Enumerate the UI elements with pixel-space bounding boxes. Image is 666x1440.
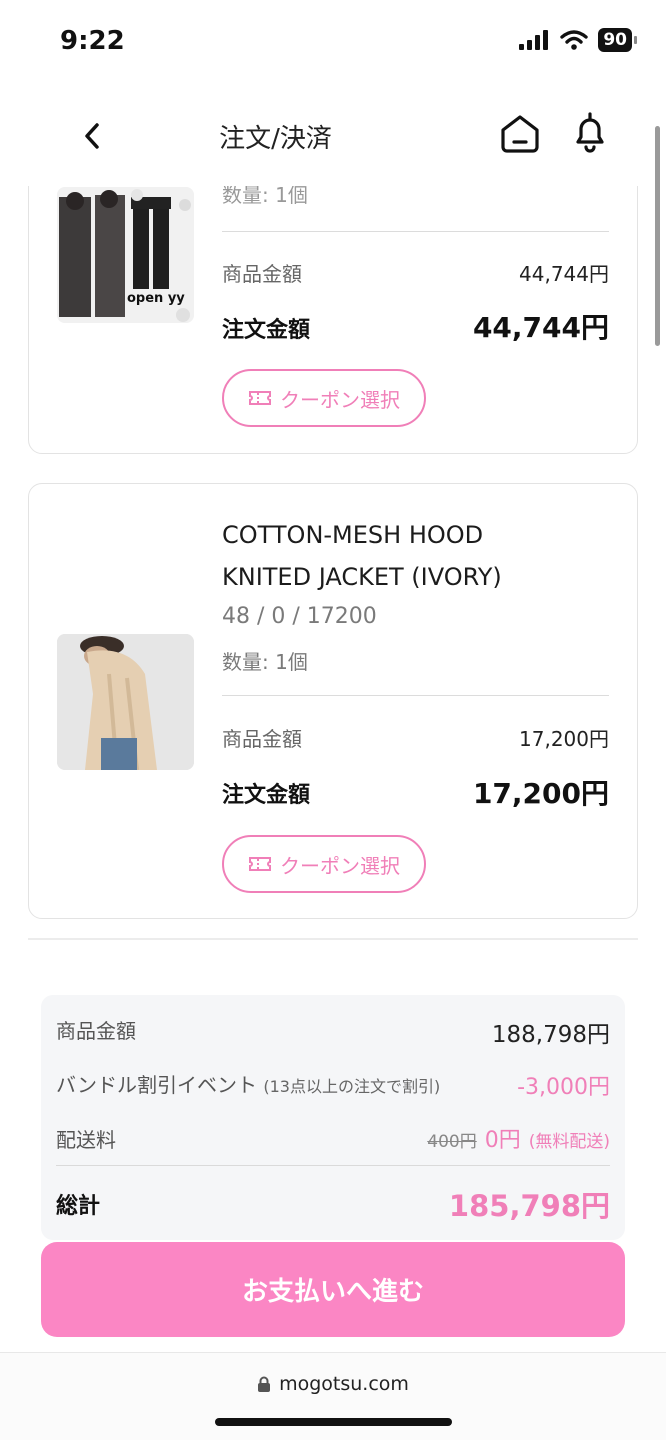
coupon-select-button[interactable]: クーポン選択 <box>222 835 426 893</box>
address-bar[interactable]: mogotsu.com <box>0 1373 666 1395</box>
coupon-button-label: クーポン選択 <box>280 387 400 412</box>
divider <box>222 231 609 232</box>
bell-icon <box>576 112 604 153</box>
battery-indicator: 90 <box>598 28 637 52</box>
signal-icon <box>519 30 549 50</box>
proceed-to-payment-button[interactable]: お支払いへ進む <box>41 1242 625 1337</box>
status-time: 9:22 <box>60 26 125 56</box>
price-value: 17,200円 <box>519 727 609 751</box>
order-total-value: 17,200円 <box>472 777 609 810</box>
order-item-card: COTTON-MESH HOOD KNITED JACKET (IVORY) 4… <box>28 483 638 919</box>
ticket-icon <box>249 857 271 871</box>
bundle-discount-label: バンドル割引イベント (13点以上の注文で割引) <box>56 1069 440 1098</box>
grand-total-value: 185,798円 <box>448 1189 610 1223</box>
grand-total-label: 総計 <box>56 1194 101 1219</box>
app-header: 注文/決済 <box>0 90 666 186</box>
section-divider <box>28 938 638 940</box>
home-icon <box>501 115 539 153</box>
product-option: 48 / 0 / 17200 <box>222 604 377 629</box>
browser-bar: mogotsu.com <box>0 1352 666 1440</box>
order-total-label: 注文金額 <box>222 783 311 808</box>
order-item-card: open yy 数量: 1個 商品金額 44,744円 注文金額 44,744円… <box>28 150 638 454</box>
thumbnail-caption: open yy <box>127 291 185 306</box>
divider <box>222 695 609 696</box>
home-button[interactable] <box>498 112 542 156</box>
price-value: 44,744円 <box>519 262 609 286</box>
product-name-line: COTTON-MESH HOOD <box>222 521 484 549</box>
order-summary: 商品金額 188,798円 バンドル割引イベント (13点以上の注文で割引) -… <box>41 995 625 1240</box>
shipping-value-group: 400円 0円 (無料配送) <box>427 1122 610 1154</box>
summary-divider <box>56 1165 610 1166</box>
shipping-original-price: 400円 <box>427 1132 477 1152</box>
status-icons: 90 <box>518 28 637 52</box>
notification-button[interactable] <box>568 110 612 154</box>
price-label: 商品金額 <box>222 262 302 286</box>
price-label: 商品金額 <box>222 727 302 751</box>
scrollbar[interactable] <box>655 126 660 346</box>
product-name-line: KNITED JACKET (IVORY) <box>222 563 502 591</box>
wifi-icon <box>560 30 589 50</box>
home-indicator[interactable] <box>215 1418 452 1426</box>
shipping-value: 0円 <box>484 1128 521 1153</box>
subtotal-label: 商品金額 <box>56 1019 136 1043</box>
status-bar: 9:22 90 <box>0 0 666 90</box>
coupon-button-label: クーポン選択 <box>280 853 400 878</box>
shipping-label: 配送料 <box>56 1128 116 1152</box>
ticket-icon <box>249 391 271 405</box>
order-total-value: 44,744円 <box>472 311 609 344</box>
bundle-discount-title: バンドル割引イベント <box>56 1073 257 1097</box>
url-text: mogotsu.com <box>279 1373 409 1395</box>
product-name[interactable]: COTTON-MESH HOOD KNITED JACKET (IVORY) <box>222 514 622 598</box>
order-total-label: 注文金額 <box>222 318 311 343</box>
product-thumbnail[interactable] <box>57 634 194 770</box>
lock-icon <box>258 1376 271 1392</box>
subtotal-value: 188,798円 <box>491 1022 610 1048</box>
bundle-discount-note: (13点以上の注文で割引) <box>263 1077 441 1096</box>
free-shipping-note: (無料配送) <box>528 1132 610 1152</box>
product-image <box>57 634 194 770</box>
coupon-select-button[interactable]: クーポン選択 <box>222 369 426 427</box>
product-thumbnail[interactable]: open yy <box>57 187 194 323</box>
product-quantity: 数量: 1個 <box>222 650 308 674</box>
page-title: 注文/決済 <box>219 124 332 154</box>
bundle-discount-value: -3,000円 <box>517 1075 610 1100</box>
